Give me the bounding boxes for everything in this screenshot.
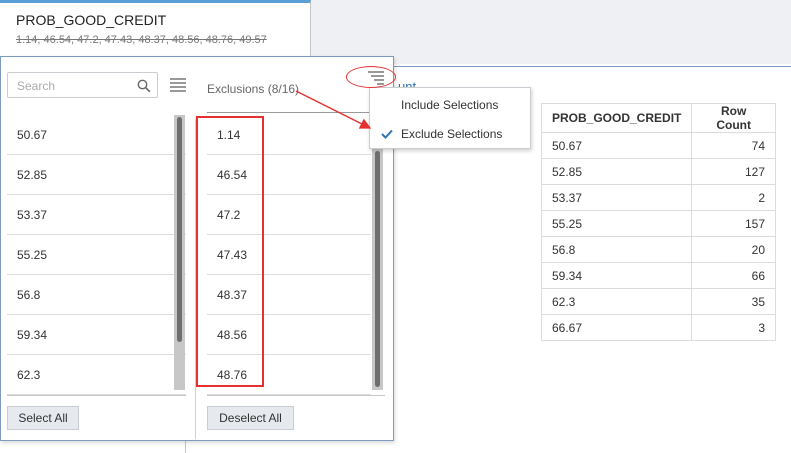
list-item[interactable]: 48.76 xyxy=(207,355,371,395)
table-cell: 59.34 xyxy=(540,262,693,289)
table-cell: 3 xyxy=(691,314,776,341)
table-cell: 56.8 xyxy=(540,236,693,263)
table-cell: 66 xyxy=(691,262,776,289)
list-item[interactable]: 47.43 xyxy=(207,235,371,275)
list-menu-icon[interactable] xyxy=(170,78,186,92)
table-row: 52.85 127 xyxy=(540,158,776,185)
menu-item-include-selections[interactable]: Include Selections xyxy=(370,92,530,118)
menu-item-label: Include Selections xyxy=(401,98,499,112)
list-item[interactable]: 53.37 xyxy=(7,195,186,235)
filter-tab-excluded-values: 1.14, 46.54, 47.2, 47.43, 48.37, 48.56, … xyxy=(16,34,267,46)
filter-popup: 50.67 52.85 53.37 55.25 56.8 59.34 62.3 … xyxy=(0,56,394,441)
column-divider xyxy=(195,119,196,439)
excluded-list-scrollbar[interactable] xyxy=(372,115,383,390)
table-cell: 50.67 xyxy=(540,132,693,159)
list-item[interactable]: 56.8 xyxy=(7,275,186,315)
menu-item-label: Exclude Selections xyxy=(401,127,503,141)
filter-tab[interactable]: PROB_GOOD_CREDIT 1.14, 46.54, 47.2, 47.4… xyxy=(0,0,311,58)
available-list-scrollbar[interactable] xyxy=(174,115,185,390)
search-input[interactable] xyxy=(15,78,137,94)
list-item[interactable]: 55.25 xyxy=(7,235,186,275)
list-item[interactable]: 48.56 xyxy=(207,315,371,355)
table-row: 66.67 3 xyxy=(540,314,776,341)
exclusions-title: Exclusions (8/16) xyxy=(207,82,300,96)
table-header-row: PROB_GOOD_CREDIT Row Count xyxy=(540,103,776,133)
list-item[interactable]: 52.85 xyxy=(7,155,186,195)
table-cell: 35 xyxy=(691,288,776,315)
table-cell: 52.85 xyxy=(540,158,693,185)
checkmark-icon xyxy=(381,129,393,139)
select-all-button[interactable]: Select All xyxy=(7,406,79,430)
data-table: PROB_GOOD_CREDIT Row Count 50.67 74 52.85… xyxy=(540,103,776,341)
exclusions-menu-icon[interactable] xyxy=(368,71,384,85)
list-item[interactable]: 50.67 xyxy=(7,115,186,155)
list-item[interactable]: 59.34 xyxy=(7,315,186,355)
selection-mode-menu: Include Selections Exclude Selections xyxy=(369,87,531,149)
table-cell: 20 xyxy=(691,236,776,263)
excluded-list-footer-line xyxy=(207,395,385,396)
list-item[interactable]: 1.14 xyxy=(207,115,371,155)
table-row: 62.3 35 xyxy=(540,288,776,315)
table-row: 55.25 157 xyxy=(540,210,776,237)
table-row: 59.34 66 xyxy=(540,262,776,289)
table-cell: 66.67 xyxy=(540,314,693,341)
table-cell: 127 xyxy=(691,158,776,185)
menu-item-exclude-selections[interactable]: Exclude Selections xyxy=(370,121,530,147)
scrollbar-thumb[interactable] xyxy=(375,151,380,387)
table-cell: 55.25 xyxy=(540,210,693,237)
list-item[interactable]: 46.54 xyxy=(207,155,371,195)
available-list-footer-line xyxy=(7,395,186,396)
search-box[interactable] xyxy=(7,72,158,98)
filter-tab-title: PROB_GOOD_CREDIT xyxy=(16,12,167,28)
deselect-all-button[interactable]: Deselect All xyxy=(207,406,294,430)
list-item[interactable]: 48.37 xyxy=(207,275,371,315)
table-row: 53.37 2 xyxy=(540,184,776,211)
column-header-prob-good-credit[interactable]: PROB_GOOD_CREDIT xyxy=(540,103,693,133)
exclusions-header-line xyxy=(207,112,385,113)
table-cell: 74 xyxy=(691,132,776,159)
list-item[interactable]: 62.3 xyxy=(7,355,186,395)
table-cell: 62.3 xyxy=(540,288,693,315)
search-icon[interactable] xyxy=(137,79,151,93)
table-row: 56.8 20 xyxy=(540,236,776,263)
column-header-row-count[interactable]: Row Count xyxy=(691,103,776,133)
table-row: 50.67 74 xyxy=(540,132,776,159)
table-cell: 53.37 xyxy=(540,184,693,211)
scrollbar-thumb[interactable] xyxy=(177,117,182,342)
table-cell: 157 xyxy=(691,210,776,237)
list-item[interactable]: 47.2 xyxy=(207,195,371,235)
table-cell: 2 xyxy=(691,184,776,211)
